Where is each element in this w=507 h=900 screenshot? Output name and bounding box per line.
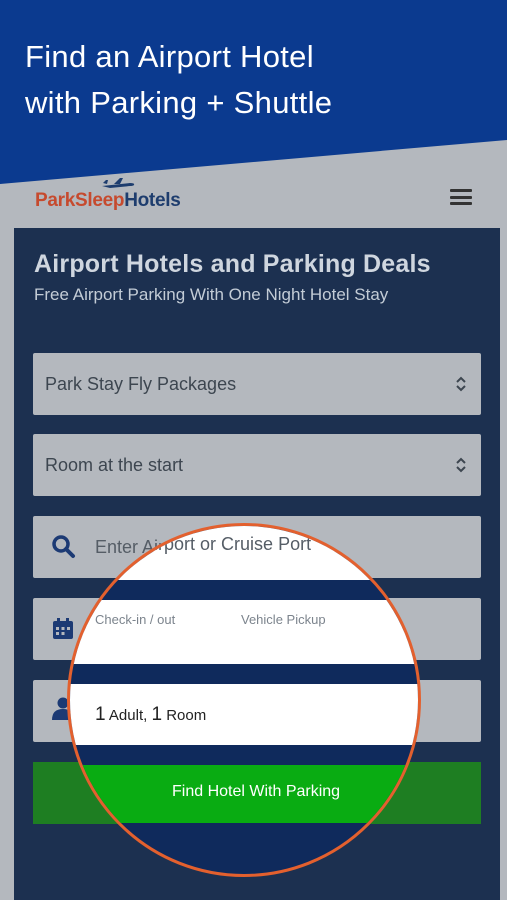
magnified-content: Enter Airport or Cruise Port Check-in / …	[70, 526, 418, 874]
app-bar: ParkSleepHotels	[0, 172, 507, 227]
rooms-label: Room	[166, 707, 207, 724]
parking-select[interactable]: Room at the start	[33, 434, 481, 496]
magnifier-overlay: Enter Airport or Cruise Port Check-in / …	[67, 523, 421, 877]
menu-line	[450, 195, 472, 199]
parking-select-value: Room at the start	[45, 455, 184, 475]
hamburger-menu-icon[interactable]	[448, 186, 474, 208]
package-select-value: Park Stay Fly Packages	[45, 374, 237, 394]
hero-banner: Find an Airport Hotel with Parking + Shu…	[0, 0, 507, 190]
hero-title-line2: with Parking + Shuttle	[25, 85, 333, 120]
checkin-out-label: Check-in / out	[95, 612, 176, 627]
guests-value: 1 Adult, 1 Room	[95, 704, 206, 726]
menu-line	[450, 202, 472, 205]
logo-text-hotels: Hotels	[124, 190, 181, 211]
airport-search-input[interactable]: Enter Airport or Cruise Port	[70, 526, 418, 580]
logo-text-parksleep: ParkSleep	[35, 190, 125, 211]
vehicle-pickup-label: Vehicle Pickup	[241, 612, 326, 627]
guests-field[interactable]: 1 Adult, 1 Room	[70, 684, 418, 745]
adults-count: 1	[95, 704, 106, 725]
hero-title-line1: Find an Airport Hotel	[25, 39, 314, 74]
hero-title: Find an Airport Hotel with Parking + Shu…	[25, 34, 332, 126]
airport-search-placeholder: Enter Airport or Cruise Port	[95, 534, 312, 554]
dates-field[interactable]: Check-in / out Vehicle Pickup	[70, 600, 418, 664]
adults-label: Adult,	[108, 707, 148, 724]
up-down-chevron-icon	[456, 457, 466, 473]
panel-subtitle: Free Airport Parking With One Night Hote…	[34, 285, 389, 304]
up-down-chevron-icon	[456, 376, 466, 392]
menu-line	[450, 189, 472, 192]
find-hotel-button[interactable]: Find Hotel With Parking	[70, 765, 418, 823]
find-hotel-button-label: Find Hotel With Parking	[172, 783, 341, 800]
brand-logo[interactable]: ParkSleepHotels	[35, 190, 181, 212]
package-select[interactable]: Park Stay Fly Packages	[33, 353, 481, 415]
rooms-count: 1	[151, 704, 163, 725]
panel-title: Airport Hotels and Parking Deals	[34, 250, 431, 278]
airplane-icon	[102, 178, 135, 188]
